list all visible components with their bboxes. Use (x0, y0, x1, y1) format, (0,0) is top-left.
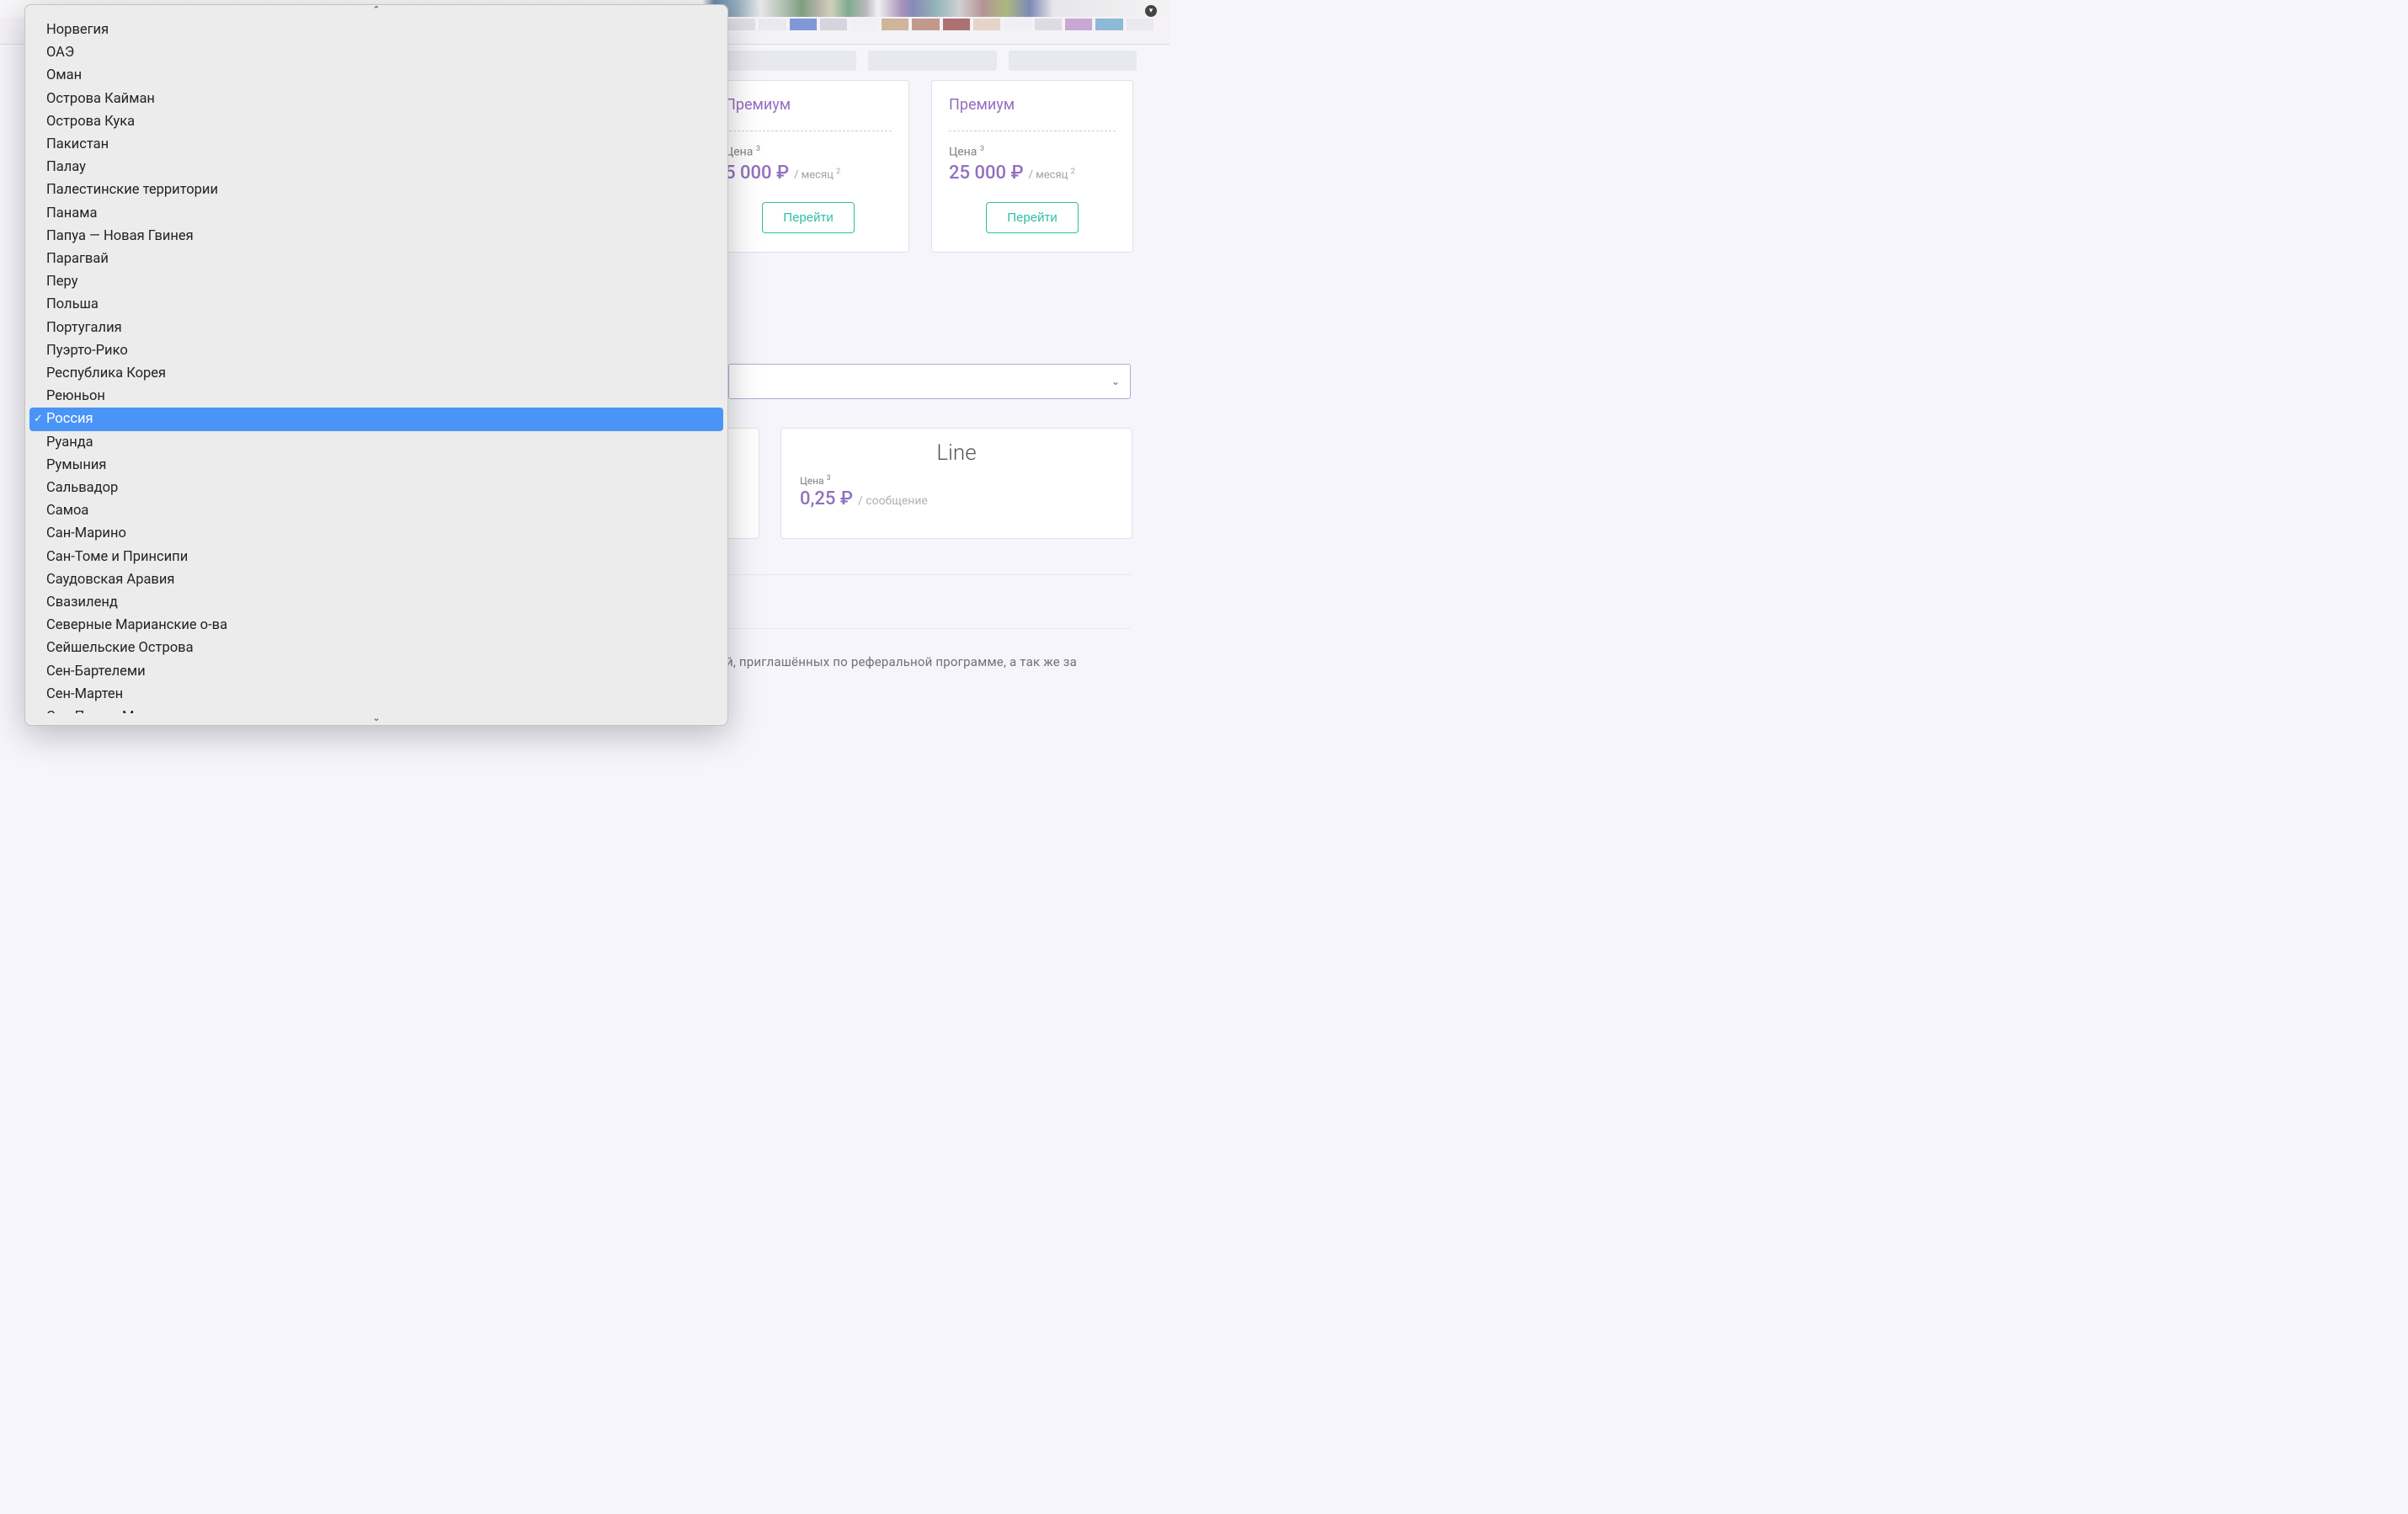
region-select-2[interactable]: ⌄ (728, 364, 1131, 399)
channel-card-partial (726, 428, 759, 539)
country-option[interactable]: Оман (29, 64, 723, 87)
scroll-down-arrow-icon[interactable]: ⌄ (25, 713, 727, 725)
country-option[interactable]: ОАЭ (29, 41, 723, 64)
country-option[interactable]: Острова Кайман (29, 88, 723, 110)
country-option[interactable]: Папуа — Новая Гвинея (29, 225, 723, 248)
country-option[interactable]: Польша (29, 293, 723, 316)
country-dropdown-popup[interactable]: ⌃ НорвегияОАЭОманОстрова КайманОстрова К… (24, 4, 728, 726)
country-option[interactable]: Саудовская Аравия (29, 568, 723, 591)
bookmark-favicons-row (728, 19, 1153, 30)
price-value: 0,25 ₽ (800, 488, 853, 509)
scroll-up-arrow-icon[interactable]: ⌃ (25, 5, 727, 17)
country-option[interactable]: Сен-Пьер и Микелон (29, 706, 723, 713)
country-option[interactable]: Сан-Марино (29, 522, 723, 545)
divider (728, 574, 1131, 575)
chevron-down-icon: ⌄ (1111, 376, 1120, 387)
country-option[interactable]: Норвегия (29, 19, 723, 41)
channel-card-title: Line (800, 440, 1113, 466)
pricing-card-premium-2: Премиум Цена 3 25 000 ₽ / месяц 2 Перейт… (931, 80, 1133, 253)
country-option[interactable]: Острова Кука (29, 110, 723, 133)
country-option[interactable]: Перу (29, 270, 723, 293)
country-option[interactable]: Самоа (29, 499, 723, 522)
card-title: Премиум (725, 96, 892, 114)
divider (728, 628, 1131, 629)
price-row: 25 000 ₽ / месяц 2 (949, 163, 1116, 184)
country-option[interactable]: Румыния (29, 454, 723, 477)
country-option[interactable]: Руанда (29, 431, 723, 454)
country-option[interactable]: Палестинские территории (29, 179, 723, 201)
country-option-list: НорвегияОАЭОманОстрова КайманОстрова Кук… (25, 17, 727, 713)
country-option[interactable]: Пакистан (29, 133, 723, 156)
country-option[interactable]: Сен-Мартен (29, 683, 723, 706)
price-label: Цена 3 (800, 474, 1113, 487)
price-label: Цена 3 (949, 145, 1116, 159)
country-option[interactable]: Северные Марианские о-ва (29, 614, 723, 637)
price-value: 25 000 ₽ (949, 163, 1024, 184)
country-option[interactable]: Пуэрто-Рико (29, 339, 723, 362)
country-option[interactable]: Панама (29, 202, 723, 225)
country-option[interactable]: Сан-Томе и Принсипи (29, 546, 723, 568)
footnote-text: й, приглашённых по реферальной программе… (726, 652, 1120, 672)
pricing-card-premium-1: Премиум Цена 3 5 000 ₽ / месяц 2 Перейти (707, 80, 909, 253)
card-title: Премиум (949, 96, 1116, 114)
price-label: Цена 3 (725, 145, 892, 159)
country-option[interactable]: Россия (29, 408, 723, 430)
price-unit: / месяц 2 (1029, 168, 1075, 181)
country-option[interactable]: Палау (29, 156, 723, 179)
country-option[interactable]: Свазиленд (29, 591, 723, 614)
country-option[interactable]: Реюньон (29, 385, 723, 408)
price-row: 5 000 ₽ / месяц 2 (725, 163, 892, 184)
country-option[interactable]: Сен-Бартелеми (29, 660, 723, 683)
country-option[interactable]: Португалия (29, 317, 723, 339)
price-value: 5 000 ₽ (725, 163, 789, 184)
country-option[interactable]: Парагвай (29, 248, 723, 270)
go-button[interactable]: Перейти (762, 202, 854, 233)
blurred-nav-area (728, 51, 1137, 76)
go-button[interactable]: Перейти (986, 202, 1078, 233)
price-unit: / сообщение (858, 494, 928, 508)
pricing-cards-row: Премиум Цена 3 5 000 ₽ / месяц 2 Перейти… (707, 80, 1133, 253)
country-option[interactable]: Сальвадор (29, 477, 723, 499)
country-option[interactable]: Сейшельские Острова (29, 637, 723, 659)
channel-card-line: Line Цена 3 0,25 ₽ / сообщение (780, 428, 1132, 539)
country-option[interactable]: Республика Корея (29, 362, 723, 385)
tab-overflow-icon[interactable]: ▾ (1145, 5, 1157, 17)
price-unit: / месяц 2 (794, 168, 840, 181)
